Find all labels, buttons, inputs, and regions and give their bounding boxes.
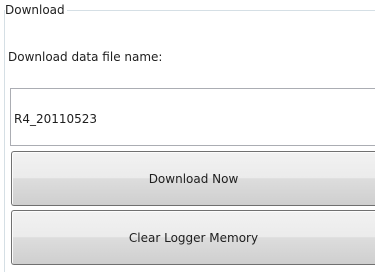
- download-group-title: Download: [5, 3, 67, 17]
- download-now-label: Download Now: [148, 171, 239, 186]
- download-now-button[interactable]: Download Now: [11, 151, 375, 206]
- clear-logger-memory-button[interactable]: Clear Logger Memory: [11, 210, 375, 265]
- clear-logger-memory-label: Clear Logger Memory: [128, 230, 259, 245]
- file-name-label: Download data file name:: [8, 50, 163, 64]
- file-name-value: R4_20110523: [14, 112, 98, 126]
- file-name-input[interactable]: R4_20110523: [10, 88, 375, 146]
